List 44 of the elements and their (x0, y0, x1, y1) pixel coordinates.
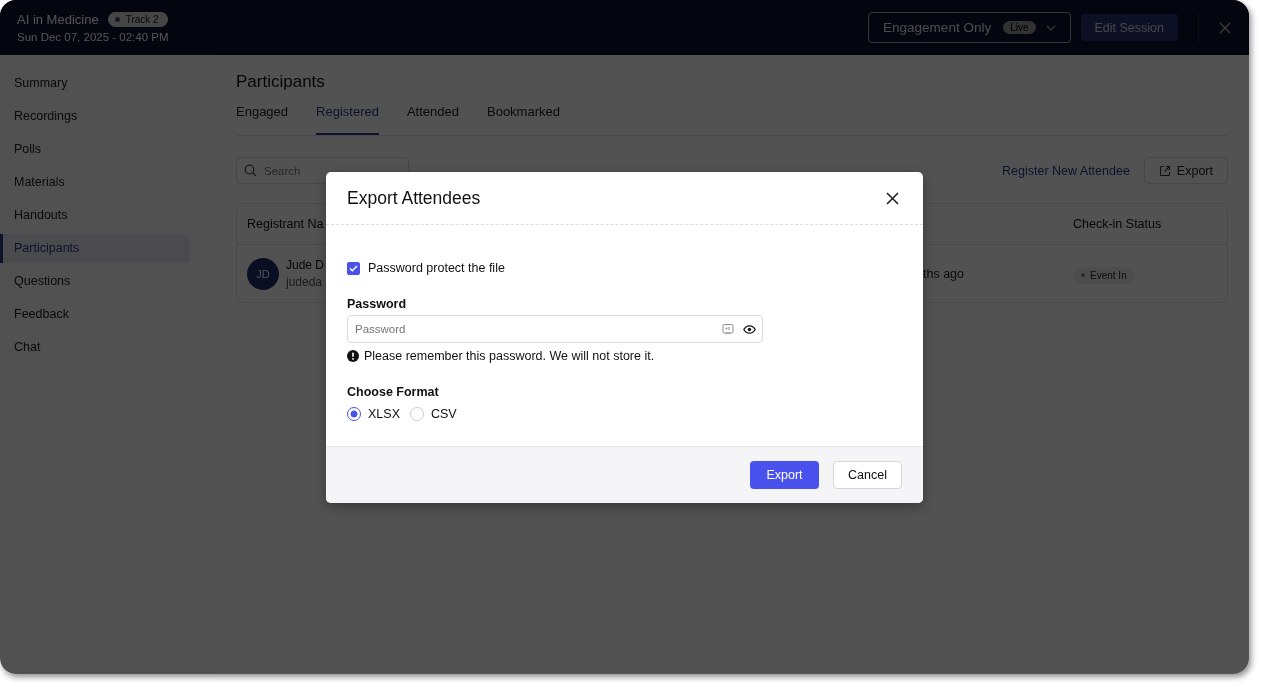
export-button[interactable]: Export (750, 461, 819, 489)
tab[interactable]: Bookmarked (487, 104, 560, 135)
radio-button[interactable] (347, 407, 361, 421)
tab[interactable]: Registered (316, 104, 379, 135)
close-icon[interactable] (886, 191, 899, 205)
cancel-button[interactable]: Cancel (833, 461, 902, 489)
sidebar-item[interactable]: Questions (0, 267, 190, 296)
export-button[interactable]: Export (1143, 157, 1228, 184)
sidebar-item[interactable]: Handouts (0, 201, 190, 230)
sidebar-item[interactable]: Polls (0, 135, 190, 164)
chevron-down-icon (1045, 24, 1056, 31)
status-badge: Event In (1073, 266, 1135, 284)
input-box-icon[interactable] (722, 323, 734, 335)
password-field[interactable]: Password (347, 315, 763, 343)
table-cell: ths ago (923, 266, 964, 281)
register-attendee-link[interactable]: Register New Attendee (1002, 163, 1130, 178)
sidebar-item[interactable]: Summary (0, 69, 190, 98)
event-title: AI in Medicine (17, 12, 99, 27)
avatar: JD (247, 257, 279, 290)
field-label: Password (347, 297, 408, 311)
tab[interactable]: Engaged (236, 104, 289, 135)
alert-icon (347, 350, 359, 362)
sidebar-item[interactable]: Recordings (0, 102, 190, 131)
eye-icon[interactable] (743, 324, 756, 334)
page-title: Participants (236, 72, 326, 92)
radio-label: CSV (430, 407, 457, 421)
event-date: Sun Dec 07, 2025 - 02:40 PM (17, 31, 169, 43)
column-header: Check-in Status (1073, 217, 1162, 231)
sidebar-item[interactable]: Participants (0, 234, 190, 263)
search-icon (244, 164, 257, 177)
sidebar-item[interactable]: Feedback (0, 300, 190, 329)
attendee-name: Jude D (286, 258, 325, 272)
tab[interactable]: Attended (406, 104, 459, 135)
checkbox-label: Password protect the file (368, 261, 505, 275)
track-badge: Track 2 (107, 12, 168, 27)
checkbox[interactable] (347, 261, 360, 275)
field-label: Choose Format (347, 385, 440, 399)
column-header: Registrant Na (247, 217, 324, 231)
sidebar-item[interactable]: Materials (0, 168, 190, 197)
dialog-title: Export Attendees (347, 187, 481, 209)
export-icon (1158, 164, 1171, 177)
sidebar-item[interactable]: Chat (0, 333, 190, 362)
radio-label: XLSX (368, 407, 400, 421)
password-note: Please remember this password. We will not store it. (364, 349, 655, 363)
